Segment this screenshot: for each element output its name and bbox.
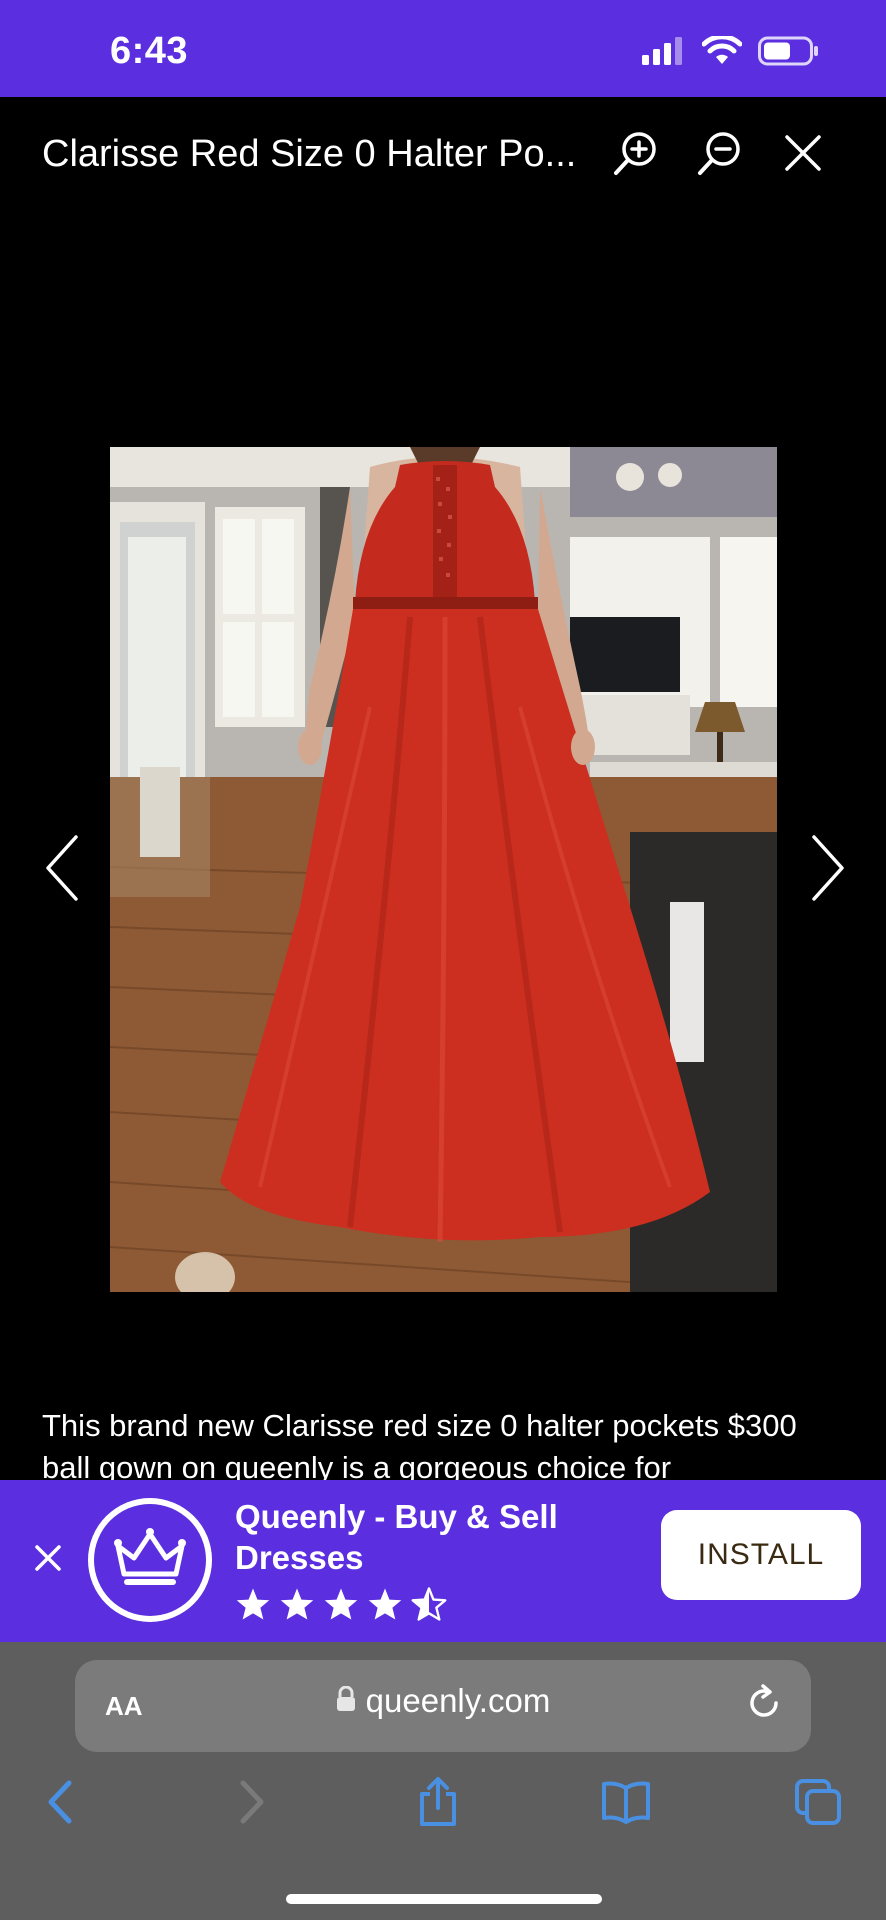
address-bar[interactable]: AA queenly.com	[75, 1660, 811, 1752]
back-button[interactable]	[28, 1772, 92, 1836]
star-icon	[235, 1587, 271, 1626]
status-time: 6:43	[110, 30, 189, 72]
home-indicator[interactable]	[286, 1894, 602, 1904]
star-icon	[279, 1587, 315, 1626]
next-image-button[interactable]	[800, 830, 856, 910]
install-button[interactable]: INSTALL	[661, 1510, 861, 1600]
app-rating	[235, 1587, 447, 1626]
product-description: This brand new Clarisse red size 0 halte…	[42, 1408, 797, 1480]
zoom-in-icon	[611, 128, 661, 183]
half-star-icon	[411, 1587, 447, 1626]
viewer-title: Clarisse Red Size 0 Halter Po...	[42, 133, 577, 175]
app-name: Queenly - Buy & Sell Dresses	[235, 1498, 558, 1576]
smart-app-banner: Queenly - Buy & Sell Dresses INSTALL	[0, 1480, 886, 1642]
chevron-left-icon	[42, 833, 82, 908]
bookmarks-button[interactable]	[594, 1772, 658, 1836]
close-viewer-button[interactable]	[775, 127, 831, 183]
reload-icon	[745, 1683, 783, 1727]
browser-chrome: AA queenly.com	[0, 1642, 886, 1920]
forward-button[interactable]	[220, 1772, 284, 1836]
close-icon	[33, 1543, 63, 1578]
share-icon	[415, 1776, 461, 1833]
app-logo	[88, 1498, 212, 1622]
image-viewer-header: Clarisse Red Size 0 Halter Po...	[0, 97, 886, 217]
dress-photo-image	[110, 447, 777, 1292]
star-icon	[367, 1587, 403, 1626]
zoom-out-button[interactable]	[692, 127, 748, 183]
back-icon	[43, 1779, 77, 1830]
previous-image-button[interactable]	[34, 830, 90, 910]
forward-icon	[235, 1779, 269, 1830]
tabs-icon	[793, 1777, 843, 1832]
tabs-button[interactable]	[786, 1772, 850, 1836]
wifi-icon	[701, 34, 743, 71]
banner-close-button[interactable]	[28, 1532, 68, 1588]
status-icons	[642, 34, 820, 71]
lock-icon	[336, 1682, 356, 1720]
cellular-signal-icon	[642, 37, 686, 70]
chevron-right-icon	[808, 833, 848, 908]
close-icon	[781, 131, 825, 180]
reload-button[interactable]	[739, 1680, 789, 1730]
url-display[interactable]: queenly.com	[75, 1682, 811, 1720]
zoom-out-icon	[695, 128, 745, 183]
url-text: queenly.com	[365, 1682, 551, 1719]
bookmarks-icon	[600, 1780, 652, 1829]
battery-icon	[758, 36, 820, 71]
dress-photo[interactable]	[110, 447, 777, 1292]
zoom-in-button[interactable]	[608, 127, 664, 183]
crown-icon	[108, 1526, 192, 1595]
status-bar: 6:43	[0, 0, 886, 97]
star-icon	[323, 1587, 359, 1626]
share-button[interactable]	[406, 1772, 470, 1836]
